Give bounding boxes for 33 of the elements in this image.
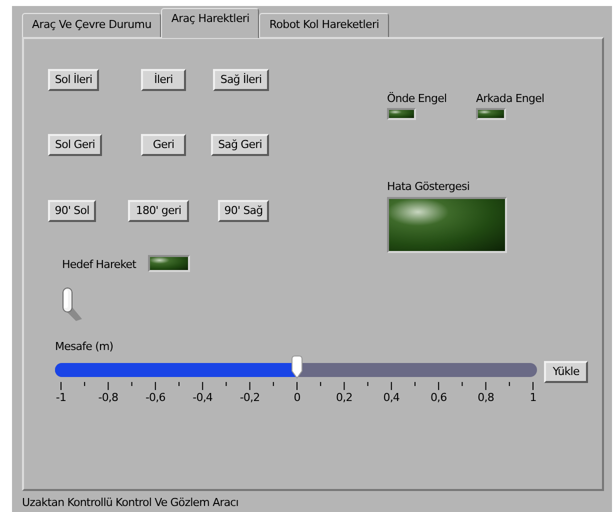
command-button[interactable]: 180' geri [128,200,189,222]
command-button[interactable]: 90' Sol [48,200,96,222]
command-button[interactable]: Sağ İleri [213,69,269,91]
indicator-label: Hata Göstergesi [387,179,470,195]
scale-label: 0 [294,390,300,406]
slider-thumb[interactable] [290,355,304,379]
scale-label: 0,6 [430,390,447,406]
indicator-label: Hedef Hareket [62,257,136,273]
command-button[interactable]: İleri [141,69,186,91]
scale-label: 0,2 [336,390,352,406]
slider-track[interactable] [55,363,537,377]
toggle-switch[interactable] [60,285,84,323]
scale-label: -0,8 [98,390,118,406]
tab[interactable]: Robot Kol Hareketleri [259,13,389,37]
scale-label: -0,6 [145,390,166,406]
command-button[interactable]: Sol Geri [48,134,102,156]
scale-label: 0,8 [478,390,494,406]
command-button[interactable]: Sağ Geri [211,134,269,156]
window-caption: Uzaktan Kontrollü Kontrol Ve Gözlem Aracı [22,495,240,511]
command-button[interactable]: Sol İleri [48,69,99,91]
scale-label: -0,4 [192,390,213,406]
tab[interactable]: Araç Harektleri [161,8,260,38]
command-button[interactable]: 90' Sağ [218,200,269,222]
load-button[interactable]: Yükle [544,361,588,383]
scale-label: 1 [530,390,536,406]
tab[interactable]: Araç Ve Çevre Durumu [22,13,162,37]
scale-label: -1 [56,390,66,406]
scale-label: 0,4 [383,390,400,406]
scale-label: -0,2 [240,390,260,406]
indicator-label: Arkada Engel [476,91,544,107]
slider-label: Mesafe (m) [55,339,114,355]
command-button[interactable]: Geri [141,134,186,156]
indicator-label: Önde Engel [387,91,447,107]
